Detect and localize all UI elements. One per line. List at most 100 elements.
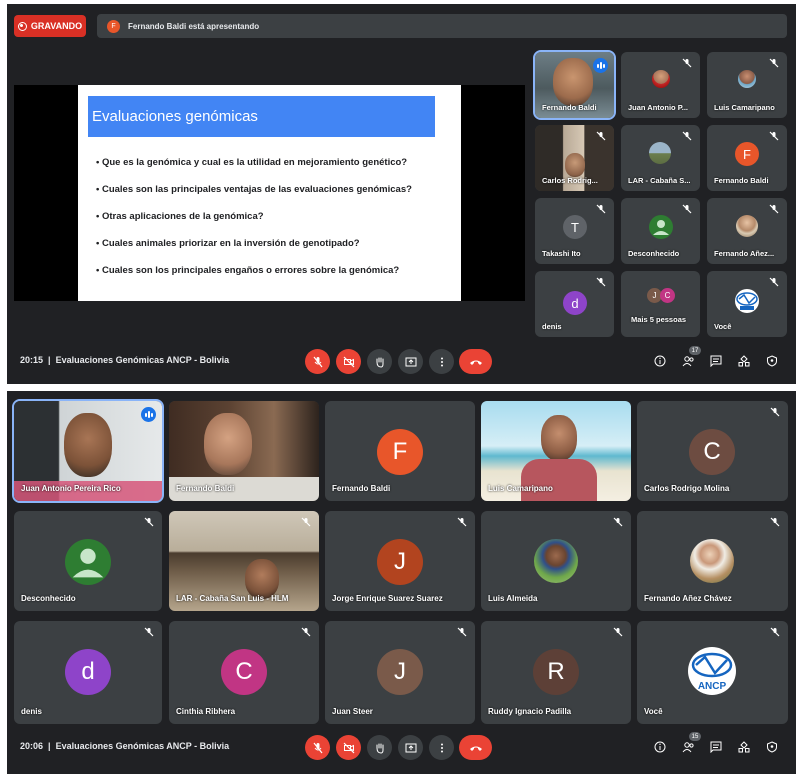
participant-tile[interactable]: d denis [535, 271, 614, 337]
slide-bullet: Cuales animales priorizar en la inversió… [96, 238, 412, 265]
mic-off-icon [770, 407, 780, 417]
slide-bullet: Otras aplicaciones de la genómica? [96, 211, 412, 238]
anonymous-avatar-icon [65, 539, 111, 585]
slide-bullet: Cuales son las principales ventajas de l… [96, 184, 412, 211]
participant-tile[interactable]: Desconhecido [621, 198, 700, 264]
mic-off-icon [682, 131, 692, 141]
present-button[interactable] [398, 735, 423, 760]
mic-off-icon [313, 742, 322, 753]
recording-label: GRAVANDO [30, 21, 83, 31]
participant-tile[interactable]: Fernando Baldi [533, 50, 616, 120]
end-call-icon [469, 746, 482, 751]
activities-button[interactable] [736, 353, 752, 369]
participant-tile[interactable]: Luis Camaripano [707, 52, 787, 118]
mic-off-icon [613, 627, 623, 637]
activities-button[interactable] [736, 739, 752, 755]
avatar: F [377, 429, 423, 475]
mic-off-icon [613, 517, 623, 527]
participant-name: denis [542, 322, 562, 331]
participant-name: Desconhecido [628, 249, 680, 258]
avatar: C [221, 649, 267, 695]
chat-button[interactable] [708, 353, 724, 369]
raise-hand-button[interactable] [367, 735, 392, 760]
mic-off-icon [769, 131, 779, 141]
participant-name: LAR - Cabaña S... [628, 176, 691, 185]
mic-off-icon [457, 627, 467, 637]
people-button[interactable]: 15 [680, 732, 701, 755]
participant-name: Luis Camaripano [714, 103, 775, 112]
participant-tile[interactable]: d denis [14, 621, 162, 724]
participant-tile[interactable]: J Juan Steer [325, 621, 475, 724]
participant-name: Você [644, 707, 663, 716]
participant-tile-self[interactable]: Você [707, 271, 787, 337]
participant-tile[interactable]: LAR - Cabaña S... [621, 125, 700, 191]
present-button[interactable] [398, 349, 423, 374]
meeting-title: Evaluaciones Genómicas ANCP - Bolivia [55, 355, 230, 365]
participant-tile[interactable]: Luis Camaripano [481, 401, 631, 501]
leave-call-button[interactable] [459, 349, 492, 374]
speaking-icon [141, 407, 156, 422]
participant-name: Fernando Baldi [714, 176, 769, 185]
participant-name: Fernando Baldi [332, 484, 391, 493]
participant-tile[interactable]: Juan Antonio P... [621, 52, 700, 118]
host-controls-button[interactable] [764, 739, 780, 755]
participant-tile[interactable]: C Cinthia Ribhera [169, 621, 319, 724]
avatar: R [533, 649, 579, 695]
meeting-details-button[interactable] [652, 353, 668, 369]
participant-name: Fernando Añez... [714, 249, 775, 258]
more-options-button[interactable] [429, 349, 454, 374]
participant-tile[interactable]: Carlos Rodrig... [535, 125, 614, 191]
face-thumbnail [553, 58, 593, 106]
people-icon [682, 356, 694, 367]
participant-tile[interactable]: Fernando Añez... [707, 198, 787, 264]
avatar-photo [690, 539, 734, 583]
participant-tile[interactable]: Fernando Añez Chávez [637, 511, 788, 611]
recording-badge[interactable]: GRAVANDO [14, 15, 86, 37]
camera-toggle-button[interactable] [336, 735, 361, 760]
mic-off-icon [144, 627, 154, 637]
mic-off-icon [596, 131, 606, 141]
more-icon [440, 743, 443, 752]
participant-tile[interactable]: Luis Almeida [481, 511, 631, 611]
participant-name: Jorge Enrique Suarez Suarez [332, 594, 443, 603]
slide-bullet: Cuales son los principales engaños o err… [96, 265, 412, 292]
meeting-details-button[interactable] [652, 739, 668, 755]
chat-button[interactable] [708, 739, 724, 755]
face-thumbnail [541, 415, 577, 461]
presenter-banner-text: Fernando Baldi está apresentando [128, 21, 260, 31]
participant-tile[interactable]: R Ruddy Ignacio Padilla [481, 621, 631, 724]
participant-name: Juan Antonio Pereira Rico [21, 484, 121, 493]
avatar: T [563, 215, 587, 239]
participant-tile[interactable]: T Takashi Ito [535, 198, 614, 264]
more-options-button[interactable] [429, 735, 454, 760]
participant-tile[interactable]: Juan Antonio Pereira Rico [12, 399, 164, 503]
camera-toggle-button[interactable] [336, 349, 361, 374]
mic-off-icon [457, 517, 467, 527]
participant-tile-self[interactable]: ANCP Você [637, 621, 788, 724]
participant-tile[interactable]: C Carlos Rodrigo Molina [637, 401, 788, 501]
more-participants-tile[interactable]: J C Mais 5 pessoas [621, 271, 700, 337]
mic-off-icon [313, 356, 322, 367]
participant-tile[interactable]: LAR - Cabaña San Luis - HLM [169, 511, 319, 611]
mic-off-icon [682, 204, 692, 214]
mic-toggle-button[interactable] [305, 735, 330, 760]
participant-tile[interactable]: Desconhecido [14, 511, 162, 611]
participant-name: Você [714, 322, 732, 331]
participant-tile[interactable]: J Jorge Enrique Suarez Suarez [325, 511, 475, 611]
participant-count: 17 [689, 346, 701, 355]
participant-name: Juan Antonio P... [628, 103, 689, 112]
people-button[interactable]: 17 [680, 346, 701, 369]
anonymous-avatar-icon [649, 215, 673, 239]
mic-off-icon [770, 517, 780, 527]
mic-toggle-button[interactable] [305, 349, 330, 374]
participant-tile[interactable]: Fernando Baldi [169, 401, 319, 501]
raise-hand-button[interactable] [367, 349, 392, 374]
meeting-info: 20:15 | Evaluaciones Genómicas ANCP - Bo… [20, 355, 230, 365]
mic-off-icon [769, 58, 779, 68]
participant-tile[interactable]: F Fernando Baldi [325, 401, 475, 501]
presentation-stage[interactable]: Evaluaciones genómicas Que es la genómic… [14, 85, 525, 301]
host-controls-button[interactable] [764, 353, 780, 369]
leave-call-button[interactable] [459, 735, 492, 760]
presenter-banner: F Fernando Baldi está apresentando [97, 14, 787, 38]
participant-tile[interactable]: F Fernando Baldi [707, 125, 787, 191]
